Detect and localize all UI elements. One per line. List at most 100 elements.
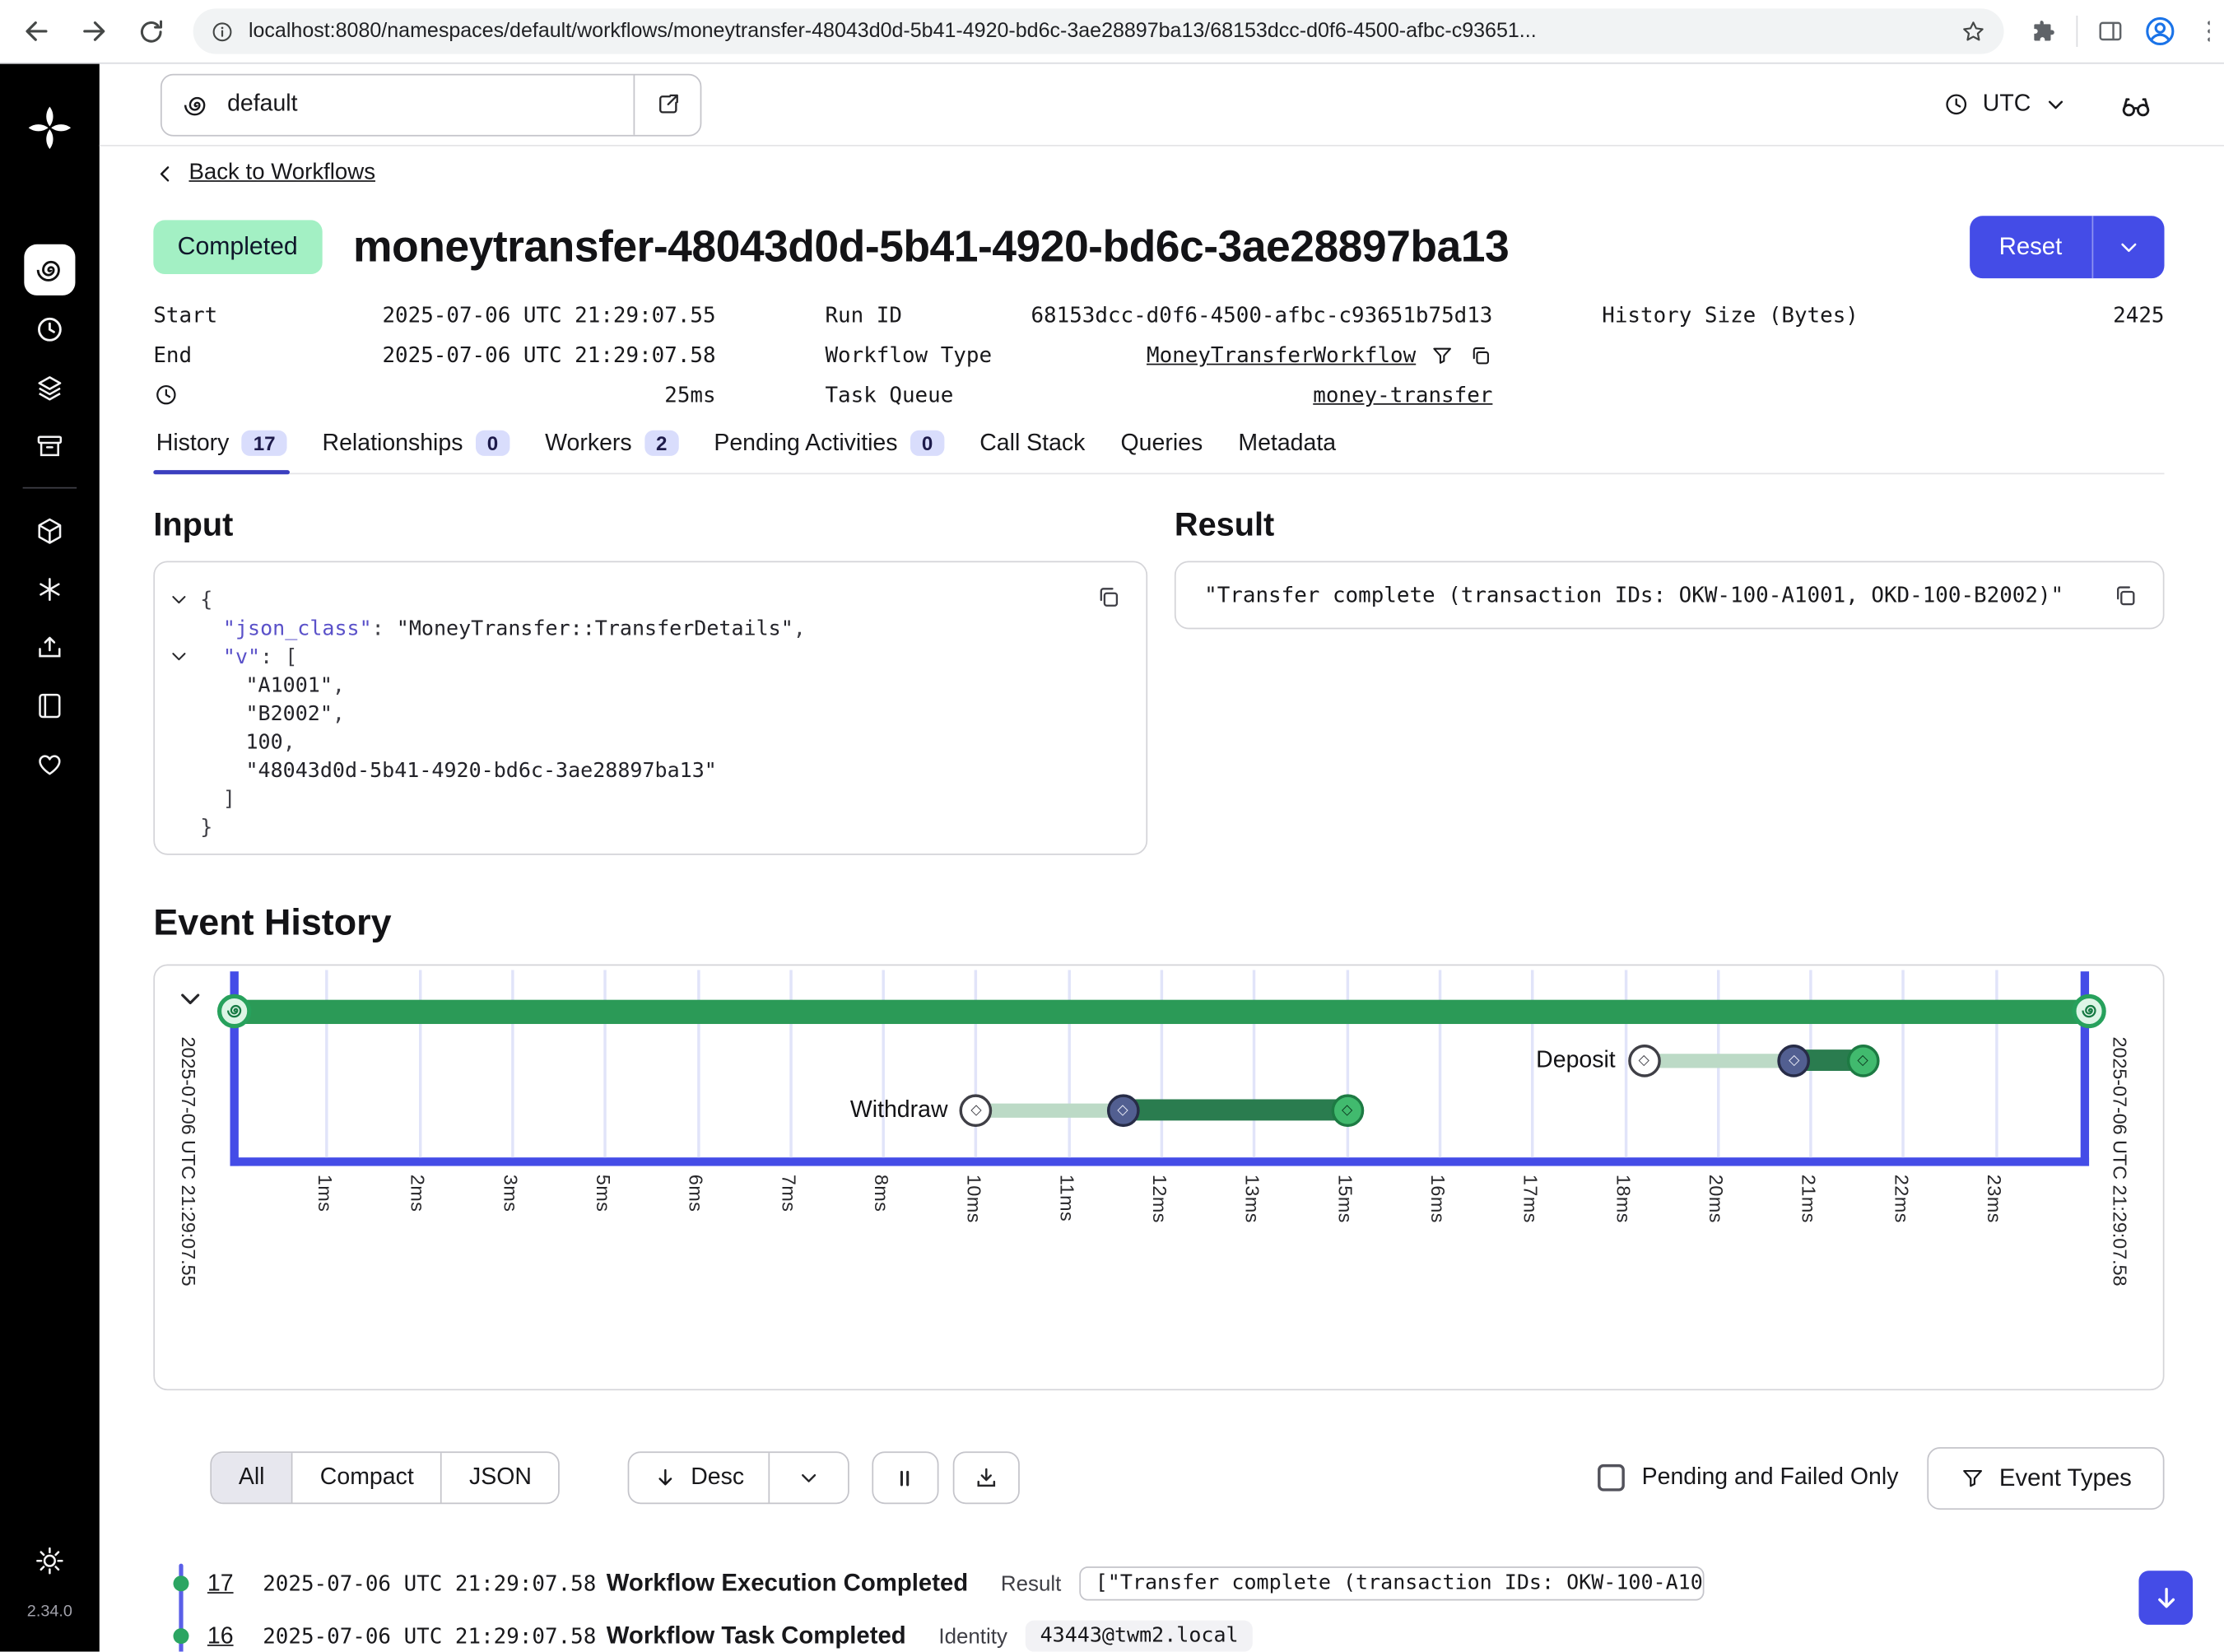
- event-types-filter-button[interactable]: Event Types: [1927, 1446, 2165, 1509]
- side-panel-icon[interactable]: [2096, 17, 2125, 46]
- run-id-value: 68153dcc-d0f6-4500-afbc-c93651b75d13: [1031, 303, 1492, 328]
- event-history-controls: AllCompactJSON Desc: [153, 1446, 2164, 1509]
- json-line: "json_class": "MoneyTransfer::TransferDe…: [155, 614, 1081, 643]
- address-bar[interactable]: localhost:8080/namespaces/default/workfl…: [193, 8, 2004, 54]
- bookmark-star-icon[interactable]: [1960, 18, 1987, 45]
- timeline-collapse-chevron[interactable]: [174, 982, 206, 1013]
- input-heading: Input: [153, 505, 1147, 543]
- extensions-puzzle-icon[interactable]: [2030, 17, 2059, 46]
- tab-label: Metadata: [1238, 430, 1336, 457]
- result-value: "Transfer complete (transaction IDs: OKW…: [1204, 582, 2063, 607]
- history-size-value: 2425: [2113, 303, 2164, 328]
- reset-menu-chevron[interactable]: [2092, 215, 2165, 277]
- tab-label: Pending Activities: [714, 430, 897, 457]
- collapse-toggle-icon[interactable]: [169, 589, 188, 608]
- timeline-end-timestamp: 2025-07-06 UTC 21:29:07.58: [2109, 1036, 2130, 1342]
- event-row[interactable]: 172025-07-06 UTC 21:29:07.58Workflow Exe…: [153, 1557, 2164, 1610]
- url-text[interactable]: localhost:8080/namespaces/default/workfl…: [249, 20, 1946, 43]
- namespace-select-button[interactable]: default: [162, 75, 634, 134]
- activity-scheduled-marker[interactable]: ◇: [1627, 1044, 1660, 1077]
- workflow-start-marker[interactable]: [217, 994, 251, 1027]
- pending-failed-checkbox[interactable]: [1598, 1464, 1625, 1491]
- collapse-toggle-icon[interactable]: [169, 645, 188, 665]
- timeline-tick-label: 23ms: [1984, 1174, 2005, 1222]
- copy-input-button[interactable]: [1086, 576, 1129, 619]
- workflow-end-marker[interactable]: [2072, 994, 2105, 1027]
- tab-pending-activities[interactable]: Pending Activities0: [711, 430, 947, 472]
- filter-funnel-icon[interactable]: [1430, 343, 1454, 367]
- view-mode-compact[interactable]: Compact: [291, 1453, 440, 1502]
- event-history-heading: Event History: [153, 900, 2164, 943]
- tab-count-badge: 2: [644, 430, 678, 456]
- temporal-logo[interactable]: [26, 104, 74, 152]
- app: localhost:8080/namespaces/default/workfl…: [0, 0, 2224, 1652]
- task-queue-link[interactable]: money-transfer: [1313, 382, 1492, 407]
- sidebar-item-import[interactable]: [33, 630, 67, 663]
- namespace-icon: [182, 91, 211, 119]
- tab-metadata[interactable]: Metadata: [1235, 430, 1339, 472]
- open-namespace-button[interactable]: [634, 75, 700, 134]
- history-size-label: History Size (Bytes): [1602, 303, 1859, 328]
- sidebar-item-schedules[interactable]: [33, 312, 67, 346]
- event-id-link[interactable]: 16: [207, 1622, 263, 1650]
- json-token: "MoneyTransfer::TransferDetails": [397, 617, 793, 640]
- copy-icon[interactable]: [1468, 343, 1492, 367]
- tab-queries[interactable]: Queries: [1118, 430, 1206, 472]
- sidebar-item-workflows[interactable]: [24, 244, 75, 295]
- workflow-execution-span[interactable]: [235, 999, 2089, 1023]
- browser-menu-icon[interactable]: [2195, 17, 2209, 46]
- sidebar-item-nexus[interactable]: [33, 571, 67, 605]
- view-mode-all[interactable]: All: [212, 1453, 291, 1502]
- tab-workers[interactable]: Workers2: [542, 430, 682, 472]
- reset-split-button: Reset: [1969, 215, 2164, 277]
- chevron-down-icon: [2044, 92, 2068, 116]
- sidebar-item-archive[interactable]: [33, 428, 67, 462]
- event-row[interactable]: 162025-07-06 UTC 21:29:07.58Workflow Tas…: [153, 1610, 2164, 1652]
- json-token: "json_class": [223, 617, 372, 640]
- workflow-type-link[interactable]: MoneyTransferWorkflow: [1147, 342, 1416, 368]
- sidebar-item-batch-operations[interactable]: [33, 370, 67, 403]
- timeline-tick-label: 2ms: [407, 1174, 428, 1212]
- sort-menu-chevron[interactable]: [768, 1453, 848, 1502]
- end-label: End: [153, 342, 192, 368]
- sidebar-item-deployments[interactable]: [33, 514, 67, 547]
- event-table: 172025-07-06 UTC 21:29:07.58Workflow Exe…: [153, 1557, 2164, 1652]
- sidebar-item-feedback[interactable]: [33, 747, 67, 780]
- scroll-to-bottom-button[interactable]: [2138, 1571, 2193, 1625]
- activity-started-marker[interactable]: ◇: [1106, 1094, 1139, 1127]
- activity-scheduled-marker[interactable]: ◇: [960, 1094, 993, 1127]
- reset-button[interactable]: Reset: [1969, 215, 2091, 277]
- browser-back-button[interactable]: [12, 6, 63, 57]
- activity-completed-marker[interactable]: ◇: [1331, 1094, 1364, 1127]
- tab-bar: History17 Relationships0 Workers2 Pending A…: [153, 430, 2164, 473]
- back-to-workflows-link[interactable]: Back to Workflows: [153, 161, 375, 186]
- timezone-selector[interactable]: UTC: [1943, 91, 2068, 118]
- tab-call-stack[interactable]: Call Stack: [977, 430, 1088, 472]
- site-info-icon[interactable]: [210, 19, 234, 43]
- namespace-selector: default: [161, 73, 701, 136]
- copy-result-button[interactable]: [2103, 575, 2146, 617]
- filter-funnel-icon: [1960, 1465, 1985, 1491]
- start-value: 2025-07-06 UTC 21:29:07.55: [382, 303, 715, 328]
- sort-desc-button[interactable]: Desc: [630, 1453, 768, 1502]
- browser-profile-avatar[interactable]: [2143, 14, 2177, 48]
- activity-completed-marker[interactable]: ◇: [1846, 1044, 1879, 1077]
- browser-reload-button[interactable]: [125, 6, 176, 57]
- activity-started-marker[interactable]: ◇: [1778, 1044, 1811, 1077]
- browser-chrome: localhost:8080/namespaces/default/workfl…: [0, 0, 2224, 64]
- event-id-link[interactable]: 17: [207, 1570, 263, 1597]
- view-mode-json[interactable]: JSON: [441, 1453, 559, 1502]
- labs-glasses-icon[interactable]: [2119, 87, 2152, 121]
- json-token: ,: [333, 674, 345, 697]
- tab-history[interactable]: History17: [153, 430, 290, 472]
- download-history-button[interactable]: [953, 1451, 1020, 1504]
- browser-forward-button[interactable]: [68, 6, 119, 57]
- pause-updates-button[interactable]: [872, 1451, 938, 1504]
- tab-label: Relationships: [323, 430, 463, 457]
- activity-running-bar: [1123, 1099, 1347, 1120]
- theme-toggle-sun-icon[interactable]: [33, 1543, 67, 1577]
- page-title: moneytransfer-48043d0d-5b41-4920-bd6c-3a…: [353, 221, 1969, 272]
- tab-relationships[interactable]: Relationships0: [319, 430, 512, 472]
- event-name: Workflow Task Completed: [607, 1622, 906, 1650]
- sidebar-item-docs[interactable]: [33, 688, 67, 722]
